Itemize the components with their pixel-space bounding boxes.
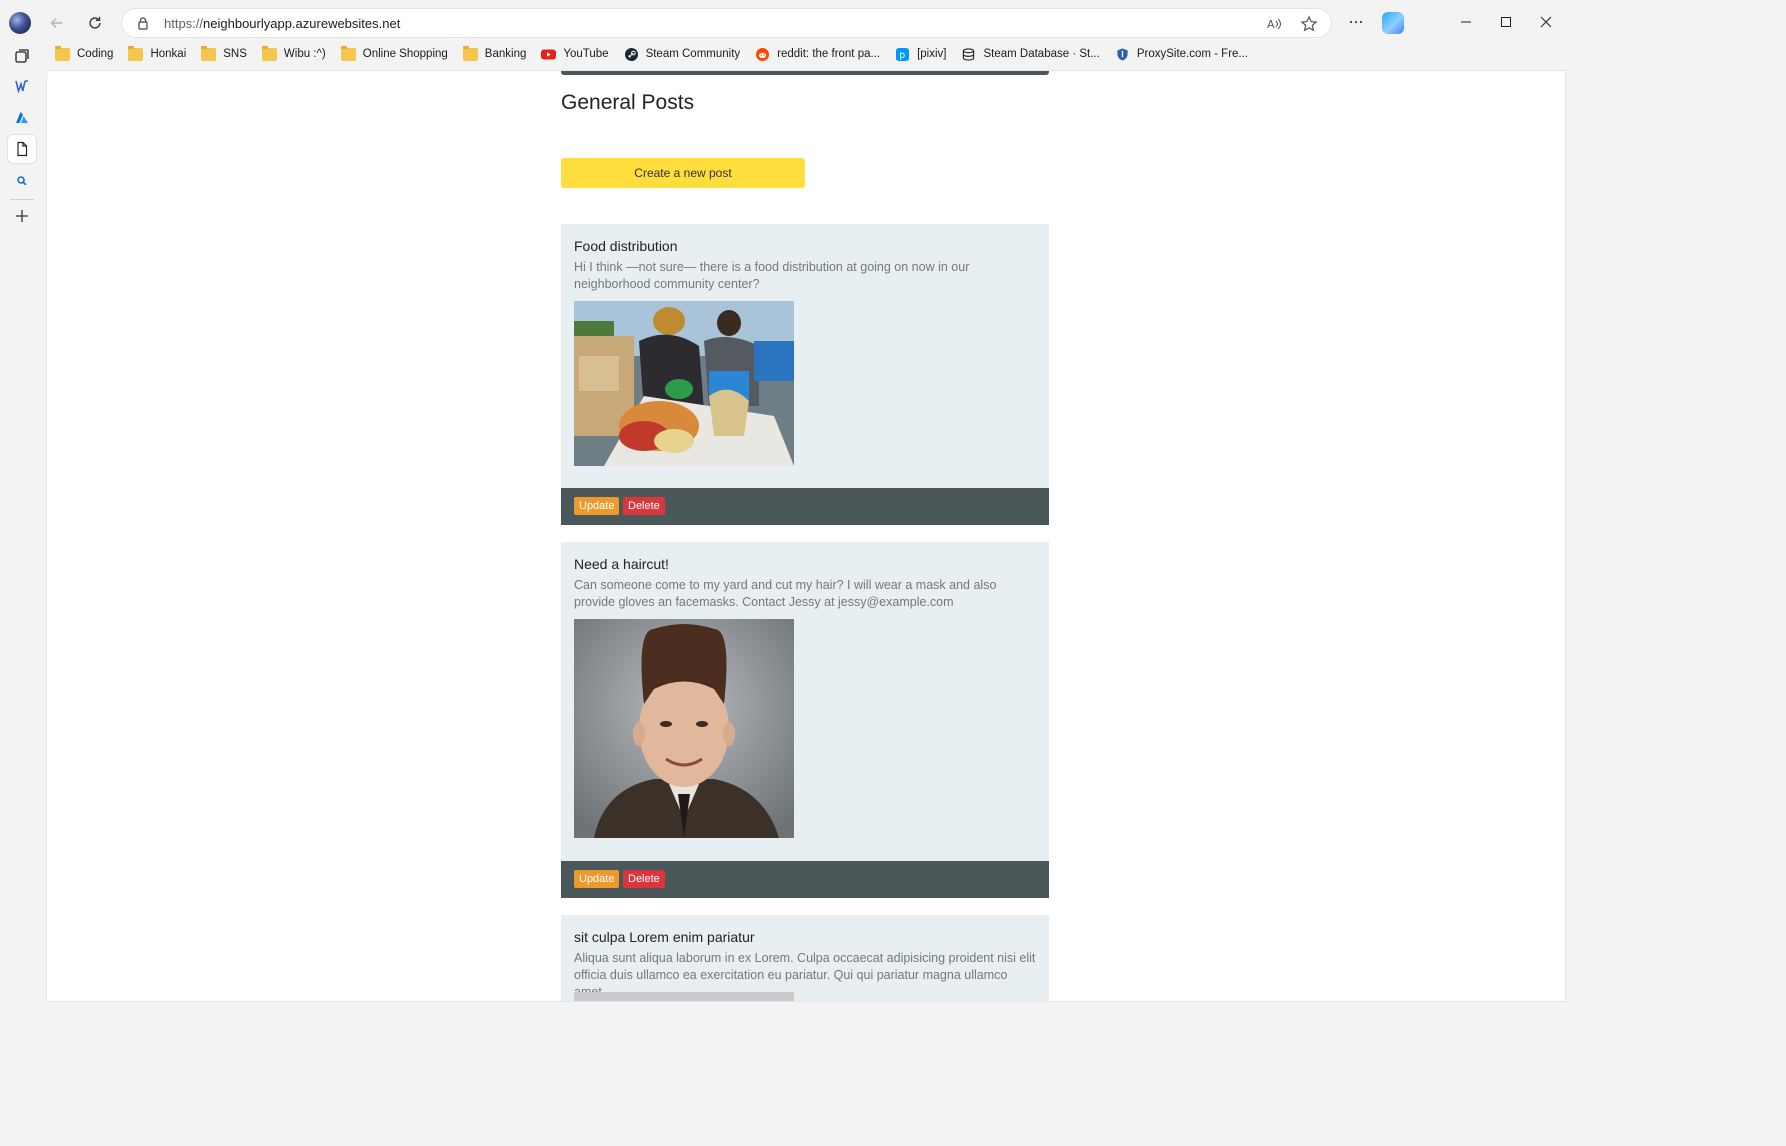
folder-icon: [201, 45, 217, 61]
page-title: General Posts: [561, 91, 695, 114]
minimize-button[interactable]: [1453, 9, 1479, 35]
close-window-button[interactable]: [1533, 9, 1559, 35]
update-post-button[interactable]: Update: [574, 497, 620, 515]
post-title: Food distribution: [574, 238, 678, 254]
post-body: Can someone come to my yard and cut my h…: [574, 578, 997, 609]
post-card: Need a haircut! Can someone come to my y…: [561, 542, 1049, 898]
arrow-left-icon: [50, 17, 63, 29]
azure-icon: [16, 112, 28, 123]
folder-icon: [128, 45, 144, 61]
sidebar-app-search[interactable]: [8, 167, 36, 195]
lock-icon[interactable]: [136, 16, 150, 30]
maximize-button[interactable]: [1493, 9, 1519, 35]
ellipsis-icon: [1349, 20, 1363, 24]
folder-icon: [55, 45, 70, 61]
bookmark-coding[interactable]: Coding: [46, 42, 119, 66]
profile-avatar[interactable]: [9, 12, 31, 34]
browser-toolbar: https://neighbourlyapp.azurewebsites.net…: [0, 0, 1568, 46]
folder-icon: [261, 45, 277, 61]
tab-actions-button[interactable]: [8, 42, 36, 70]
shield-icon: [1117, 47, 1128, 61]
steam-icon: [624, 47, 638, 61]
bookmark-label: Steam Database · St...: [983, 48, 1100, 60]
url-host: neighbourlyapp.azurewebsites.net: [203, 16, 401, 31]
maximize-icon: [1501, 17, 1511, 27]
page-viewport: General Posts Create a new post Food dis…: [46, 70, 1566, 1002]
reddit-icon: [756, 47, 770, 61]
add-sidebar-app-button[interactable]: [8, 202, 36, 230]
url-text[interactable]: https://neighbourlyapp.azurewebsites.net: [164, 16, 400, 31]
folder-icon: [462, 45, 478, 61]
wiki-app-icon: [15, 80, 28, 94]
bookmark-online-shopping[interactable]: Online Shopping: [332, 42, 454, 66]
sidebar-app-document[interactable]: [8, 135, 36, 163]
food-distribution-photo: [574, 301, 794, 466]
document-icon: [17, 141, 28, 157]
sidebar-divider: [10, 199, 34, 200]
placeholder-photo: [574, 992, 794, 1001]
tabs-icon: [15, 49, 29, 63]
food-distribution-image: [574, 301, 794, 466]
bookmark-label: Online Shopping: [362, 48, 448, 60]
plus-icon: [16, 210, 28, 222]
more-options-button[interactable]: [1343, 9, 1369, 35]
bookmark-youtube[interactable]: YouTube: [532, 42, 614, 66]
browser-sidebar: [0, 42, 44, 1006]
bookmark-pixiv[interactable]: p [pixiv]: [886, 42, 952, 66]
read-aloud-icon[interactable]: A: [1265, 15, 1283, 33]
refresh-button[interactable]: [82, 10, 108, 36]
back-button[interactable]: [44, 10, 70, 36]
bookmarks-bar: Coding Honkai SNS Wibu :^) Online Shoppi…: [46, 42, 1254, 66]
close-icon: [1540, 16, 1552, 28]
folder-icon: [340, 45, 356, 61]
bookmark-steam-community[interactable]: Steam Community: [615, 42, 747, 66]
bookmark-label: Honkai: [150, 48, 187, 60]
bookmark-label: Wibu :^): [283, 48, 326, 60]
create-post-button[interactable]: Create a new post: [561, 158, 805, 188]
search-icon: [17, 176, 27, 186]
bookmark-proxysite[interactable]: ProxySite.com - Fre...: [1106, 42, 1254, 66]
bookmark-label: Coding: [77, 48, 114, 60]
site-navbar: [561, 71, 1049, 75]
favorite-star-icon[interactable]: [1300, 15, 1318, 33]
refresh-icon: [89, 16, 101, 29]
post-card: Food distribution Hi I think —not sure— …: [561, 224, 1049, 525]
svg-text:A: A: [1267, 18, 1275, 31]
update-post-button[interactable]: Update: [574, 870, 620, 888]
bookmark-reddit[interactable]: reddit: the front pa...: [746, 42, 886, 66]
address-bar[interactable]: https://neighbourlyapp.azurewebsites.net…: [121, 8, 1332, 38]
bookmark-label: YouTube: [563, 48, 609, 60]
youtube-icon: [541, 49, 557, 59]
sidebar-app-azure[interactable]: [8, 104, 36, 132]
post-title: Need a haircut!: [574, 556, 669, 572]
steamdb-icon: [963, 47, 975, 61]
svg-text:p: p: [899, 50, 905, 61]
url-protocol: https://: [164, 16, 204, 31]
bookmark-banking[interactable]: Banking: [454, 42, 533, 66]
bookmark-honkai[interactable]: Honkai: [119, 42, 192, 66]
copilot-icon[interactable]: [1382, 12, 1404, 34]
post-body: Hi I think —not sure— there is a food di…: [574, 260, 970, 291]
bookmark-steamdb[interactable]: Steam Database · St...: [952, 42, 1105, 66]
bookmark-label: reddit: the front pa...: [777, 48, 881, 60]
post-actions: Update Delete: [561, 488, 1049, 525]
bookmark-label: Banking: [484, 48, 527, 60]
post-title: sit culpa Lorem enim pariatur: [574, 929, 755, 945]
bookmark-label: Steam Community: [645, 48, 741, 60]
post-actions: Update Delete: [561, 861, 1049, 898]
delete-post-button[interactable]: Delete: [623, 870, 665, 888]
sidebar-app-wiki[interactable]: [8, 72, 36, 100]
haircut-portrait-image: [574, 619, 794, 838]
bookmark-label: ProxySite.com - Fre...: [1136, 48, 1249, 60]
bookmark-wibu[interactable]: Wibu :^): [253, 42, 332, 66]
bookmark-label: SNS: [223, 48, 247, 60]
pixiv-icon: p: [896, 47, 910, 61]
haircut-portrait-photo: [574, 619, 794, 838]
post-card: sit culpa Lorem enim pariatur Aliqua sun…: [561, 915, 1049, 1001]
minimize-icon: [1461, 21, 1471, 23]
bookmark-sns[interactable]: SNS: [192, 42, 253, 66]
delete-post-button[interactable]: Delete: [623, 497, 665, 515]
bookmark-label: [pixiv]: [917, 48, 947, 60]
